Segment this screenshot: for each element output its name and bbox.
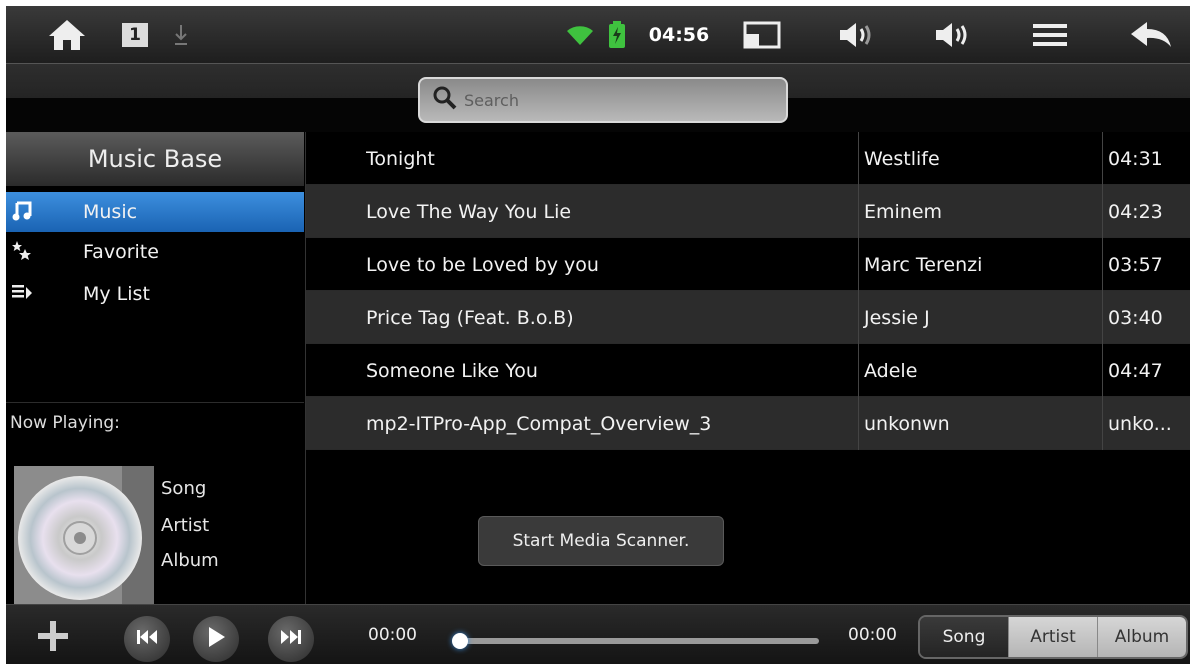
song-duration: 03:57 — [1102, 238, 1190, 291]
sidebar-item-favorite[interactable]: Favorite — [6, 232, 304, 272]
back-icon[interactable] — [1124, 6, 1178, 64]
search-bar-area — [6, 64, 1190, 132]
song-duration: 04:31 — [1102, 132, 1190, 185]
status-bar: 1 04:56 — [6, 6, 1190, 64]
song-duration: 03:40 — [1102, 291, 1190, 344]
next-button[interactable] — [268, 616, 314, 662]
song-row[interactable]: Love to be Loved by you Marc Terenzi 03:57 — [306, 238, 1190, 291]
song-title: Love to be Loved by you — [366, 253, 599, 276]
song-title: Love The Way You Lie — [366, 200, 572, 223]
song-row[interactable]: Tonight Westlife 04:31 — [306, 132, 1190, 185]
song-artist: Jessie J — [858, 291, 1098, 344]
menu-icon[interactable] — [1024, 6, 1076, 64]
song-duration: 04:47 — [1102, 344, 1190, 397]
album-art — [14, 466, 154, 608]
song-row[interactable]: Love The Way You Lie Eminem 04:23 — [306, 185, 1190, 238]
notification-count: 1 — [122, 23, 148, 47]
song-title: Price Tag (Feat. B.o.B) — [366, 306, 574, 329]
elapsed-time: 00:00 — [368, 625, 417, 645]
song-artist: Adele — [858, 344, 1098, 397]
wifi-icon — [562, 6, 598, 64]
song-title: mp2-ITPro-App_Compat_Overview_3 — [366, 412, 712, 435]
sidebar-item-my-list[interactable]: My List — [6, 274, 304, 314]
seek-handle[interactable] — [452, 633, 469, 649]
search-box[interactable] — [418, 77, 788, 123]
volume-up-icon[interactable] — [928, 6, 978, 64]
play-button[interactable] — [193, 616, 239, 662]
song-artist: Marc Terenzi — [858, 238, 1098, 291]
seek-bar[interactable] — [453, 638, 819, 644]
music-app-screen: 1 04:56 Search Music Base Music Favorite… — [6, 6, 1190, 664]
view-mode-tabs: Song Artist Album — [918, 615, 1188, 659]
song-row[interactable]: Someone Like You Adele 04:47 — [306, 344, 1190, 397]
song-artist: Westlife — [858, 132, 1098, 185]
song-artist: Eminem — [858, 185, 1098, 238]
stars-icon — [11, 240, 33, 262]
skip-previous-icon — [136, 629, 158, 649]
music-note-icon — [11, 200, 33, 222]
download-icon — [170, 6, 192, 64]
playlist-icon — [11, 282, 33, 304]
add-icon[interactable] — [36, 619, 70, 657]
now-playing-artist: Artist — [161, 515, 210, 536]
sidebar-item-music[interactable]: Music — [6, 192, 304, 232]
home-icon[interactable] — [40, 6, 94, 64]
player-controls: 00:00 00:00 Song Artist Album — [6, 604, 1190, 664]
tab-album[interactable]: Album — [1098, 617, 1186, 657]
total-time: 00:00 — [848, 625, 897, 645]
tab-song[interactable]: Song — [920, 617, 1009, 657]
song-title: Tonight — [366, 147, 435, 170]
previous-button[interactable] — [124, 616, 170, 662]
play-icon — [206, 626, 226, 652]
search-input[interactable] — [464, 90, 764, 110]
media-scanner-toast: Start Media Scanner. — [478, 516, 724, 566]
tab-artist[interactable]: Artist — [1009, 617, 1098, 657]
screen-cast-icon[interactable] — [736, 6, 788, 64]
song-duration: 04:23 — [1102, 185, 1190, 238]
song-duration: unko... — [1102, 397, 1190, 450]
now-playing-label: Now Playing: — [6, 402, 304, 446]
sidebar-title: Music Base — [6, 132, 304, 186]
notification-count-icon[interactable]: 1 — [118, 6, 152, 64]
song-title: Someone Like You — [366, 359, 538, 382]
sidebar-item-label: My List — [83, 283, 150, 305]
battery-icon — [604, 6, 630, 64]
song-row[interactable]: Price Tag (Feat. B.o.B) Jessie J 03:40 — [306, 291, 1190, 344]
sidebar-item-label: Music — [83, 201, 138, 223]
now-playing-song: Song — [161, 478, 207, 499]
song-artist: unkonwn — [858, 397, 1098, 450]
song-row[interactable]: mp2-ITPro-App_Compat_Overview_3 unkonwn un… — [306, 397, 1190, 450]
volume-down-icon[interactable] — [832, 6, 882, 64]
song-list: Tonight Westlife 04:31 Love The Way You Lie… — [306, 132, 1190, 604]
sidebar: Music Base Music Favorite My List Now Pl… — [6, 132, 306, 608]
now-playing-album: Album — [161, 550, 219, 571]
clock: 04:56 — [648, 24, 710, 46]
sidebar-item-label: Favorite — [83, 241, 159, 263]
search-icon — [432, 85, 458, 115]
skip-next-icon — [280, 629, 302, 649]
